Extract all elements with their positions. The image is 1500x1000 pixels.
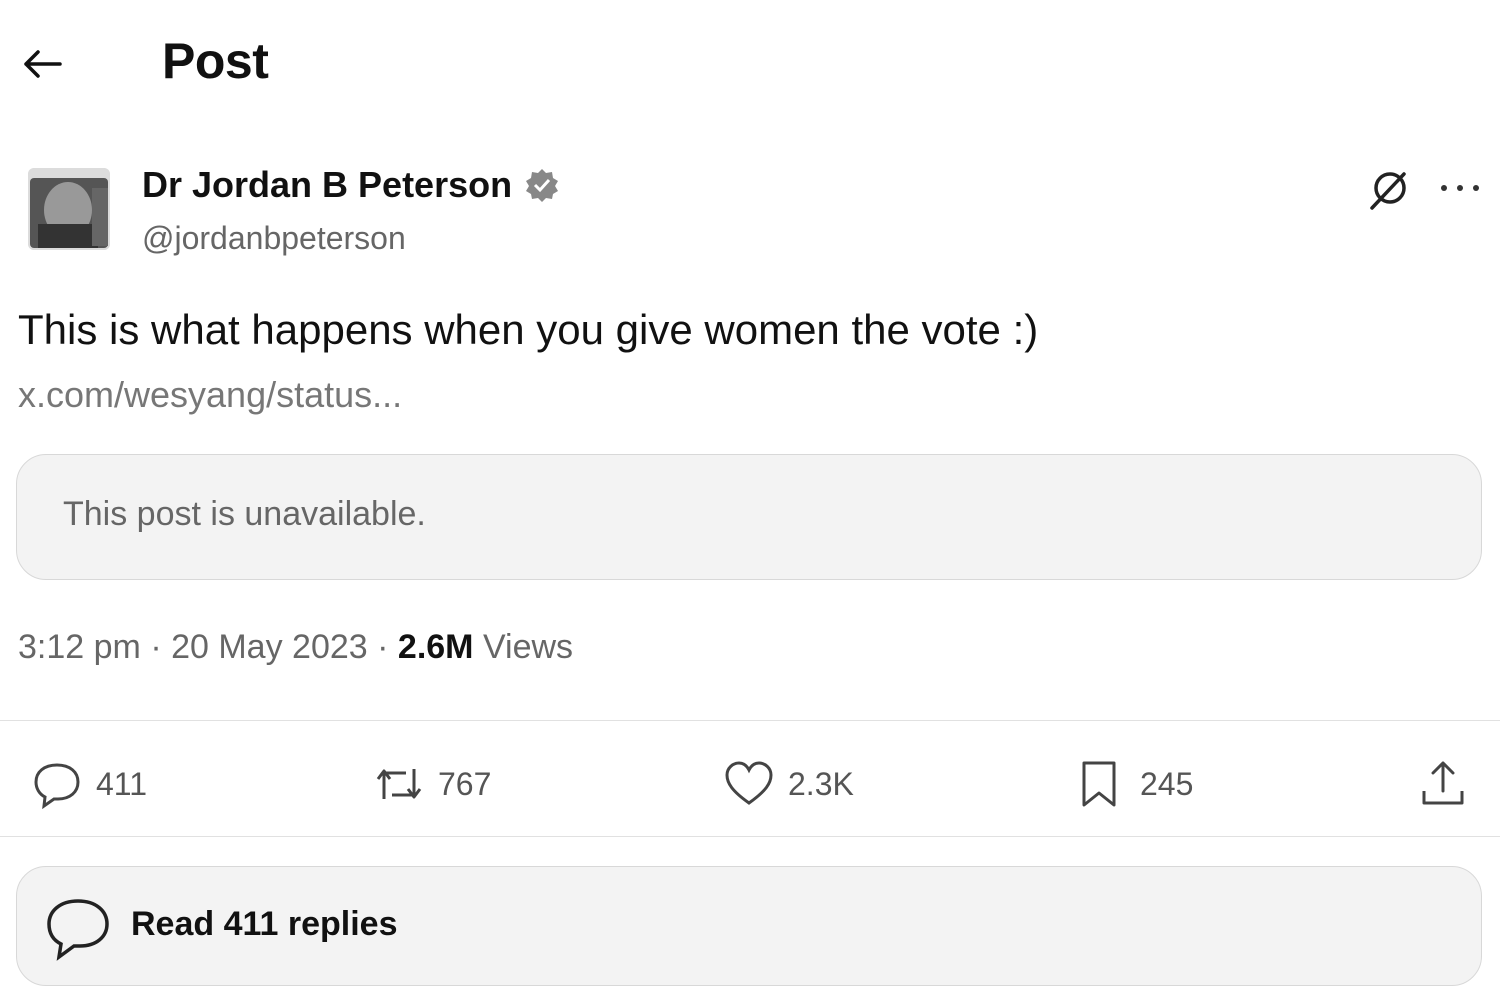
views-label: Views (482, 628, 574, 666)
views-count: 2.6M (397, 628, 474, 666)
verified-badge-icon (526, 169, 559, 202)
post-text: This is what happens when you give women… (18, 306, 1039, 353)
post-link[interactable]: x.com/wesyang/status... (18, 374, 402, 416)
divider (0, 720, 1500, 721)
more-dots-icon (1441, 185, 1479, 191)
grok-icon (1370, 172, 1406, 210)
author-name-text: Dr Jordan B Peterson (142, 164, 513, 205)
meta-separator: · (377, 628, 389, 666)
repost-button[interactable]: 767 (372, 756, 491, 812)
author-handle[interactable]: @jordanbpeterson (142, 220, 406, 257)
like-count: 2.3K (788, 765, 854, 802)
quoted-post-card: This post is unavailable. (16, 454, 1482, 580)
reply-count: 411 (96, 765, 148, 802)
bookmark-icon (1082, 761, 1116, 807)
like-button[interactable]: 2.3K (722, 756, 854, 812)
arrow-left-icon (24, 50, 62, 78)
repost-count: 767 (438, 765, 492, 802)
reply-bubble-icon (34, 763, 80, 810)
page-title: Post (162, 33, 269, 89)
reply-bubble-icon (47, 899, 109, 961)
read-replies-label: Read 411 replies (131, 905, 398, 943)
heart-icon (725, 761, 773, 805)
quoted-post-notice: This post is unavailable. (63, 495, 426, 533)
grok-button[interactable] (1364, 166, 1412, 214)
divider (0, 836, 1500, 837)
more-button[interactable] (1434, 170, 1486, 206)
author-name[interactable]: Dr Jordan B Peterson (142, 164, 560, 206)
post-time[interactable]: 3:12 pm (18, 628, 141, 666)
back-button[interactable] (18, 44, 66, 84)
meta-separator: · (150, 628, 162, 666)
share-button[interactable] (1416, 756, 1470, 812)
post-meta: 3:12 pm · 20 May 2023 · 2.6M Views (18, 628, 573, 667)
repost-icon (376, 769, 422, 799)
reply-button[interactable]: 411 (30, 756, 147, 812)
read-replies-button[interactable]: Read 411 replies (16, 866, 1482, 986)
bookmark-count: 245 (1140, 765, 1194, 802)
post-date[interactable]: 20 May 2023 (171, 628, 368, 666)
bookmark-button[interactable]: 245 (1074, 756, 1193, 812)
avatar-image (28, 168, 110, 250)
share-icon (1422, 761, 1464, 805)
avatar[interactable] (28, 168, 110, 250)
